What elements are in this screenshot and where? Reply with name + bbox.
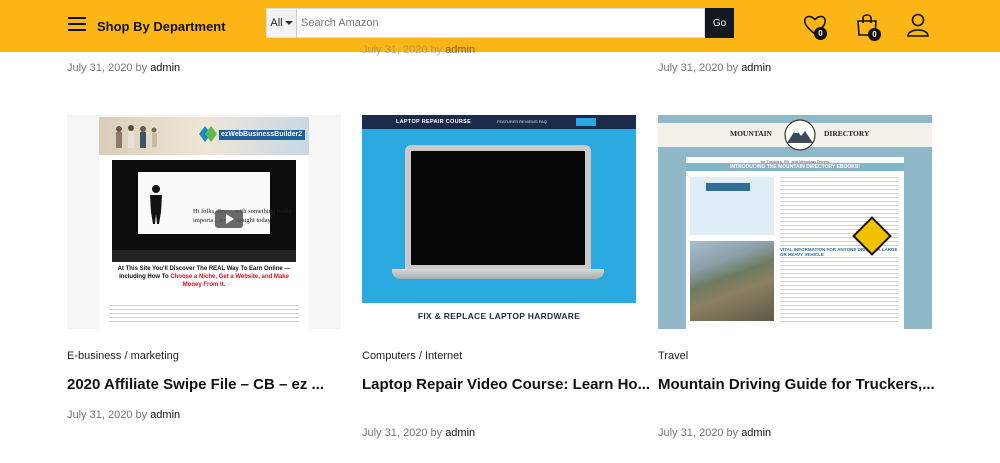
video-controls	[112, 250, 296, 262]
menu-icon[interactable]	[68, 17, 86, 31]
cart-count-badge: 0	[868, 28, 881, 41]
post-meta: July 31, 2020 by admin	[658, 427, 771, 439]
laptop-base	[392, 269, 604, 279]
post-by: by	[135, 62, 148, 74]
category-separator: /	[124, 350, 128, 362]
post-meta: July 31, 2020 by admin	[658, 62, 771, 74]
chevron-down-icon	[284, 21, 293, 25]
mountain-logo	[784, 119, 816, 151]
post-author[interactable]: admin	[150, 62, 180, 74]
category-link[interactable]: E-business	[67, 350, 121, 362]
fine-print	[109, 305, 299, 323]
post-meta: July 31, 2020 by admin	[362, 427, 475, 439]
post-categories: Travel	[658, 350, 688, 362]
thumbnail-caption: FIX & REPLACE LAPTOP HARDWARE	[417, 311, 581, 321]
thumbnail-headline: At This Site You'll Discover The REAL Wa…	[109, 265, 299, 289]
account-button[interactable]	[905, 12, 935, 42]
logo-text: ezWebBusinessBuilder2	[221, 131, 303, 138]
post-date[interactable]: July 31, 2020	[67, 62, 132, 74]
post-by: by	[135, 409, 148, 421]
post-categories: E-business / marketing	[67, 350, 179, 362]
category-separator: /	[418, 350, 422, 362]
post-date[interactable]: July 31, 2020	[658, 62, 723, 74]
post-author[interactable]: admin	[150, 409, 180, 421]
post-title[interactable]: Mountain Driving Guide for Truckers,...	[658, 375, 948, 394]
brand-left: MOUNTAIN	[730, 129, 772, 138]
post-meta: July 31, 2020 by admin	[67, 62, 180, 74]
search-category-select[interactable]: All	[266, 8, 296, 38]
post-thumbnail[interactable]: MOUNTAIN DIRECTORY for Truckers, RV, and…	[658, 115, 932, 329]
thumbnail-nav-button	[576, 118, 596, 126]
post-by: by	[726, 427, 739, 439]
laptop-screen	[405, 145, 591, 269]
ezwebbusinessbuilder-logo: ezWebBusinessBuilder2	[197, 122, 307, 146]
site-header: Shop By Department All Go 0 0	[0, 0, 1000, 52]
search-bar: All Go	[266, 8, 734, 38]
people-image	[116, 125, 157, 148]
post-thumbnail[interactable]: LAPTOP REPAIR COURSE FEATURES REVIEWS FA…	[362, 115, 636, 329]
post-thumbnail[interactable]: ezWebBusinessBuilder2 Hi folks, Jim ... …	[67, 115, 341, 329]
page: Shop By Department All Go 0 0	[0, 0, 1000, 463]
thumbnail-vital-heading: VITAL INFORMATION FOR ANYONE DRIVING A L…	[780, 247, 898, 257]
category-link[interactable]: Travel	[658, 350, 688, 362]
speaker-figure	[150, 185, 162, 224]
post-date[interactable]: July 31, 2020	[362, 44, 427, 56]
user-icon	[907, 13, 929, 37]
shop-by-department-link[interactable]: Shop By Department	[97, 19, 226, 34]
cart-button[interactable]: 0	[855, 12, 885, 42]
post-title[interactable]: Laptop Repair Video Course: Learn Ho...	[362, 375, 652, 394]
category-link[interactable]: Internet	[425, 350, 462, 362]
post-by: by	[430, 44, 443, 56]
post-meta: July 31, 2020 by admin	[362, 44, 475, 56]
brand-right: DIRECTORY	[824, 129, 870, 138]
post-meta: July 31, 2020 by admin	[67, 409, 180, 421]
search-input[interactable]	[296, 8, 705, 38]
category-link[interactable]: marketing	[131, 350, 179, 362]
post-date[interactable]: July 31, 2020	[67, 409, 132, 421]
video-frame: Hi folks, Jim ... with something really …	[138, 172, 292, 234]
post-by: by	[726, 62, 739, 74]
post-author[interactable]: admin	[445, 44, 475, 56]
play-icon	[215, 210, 243, 228]
video-text: Hi folks, Jim ... with something really …	[193, 208, 292, 224]
wishlist-button[interactable]: 0	[802, 12, 832, 42]
post-by: by	[430, 427, 443, 439]
post-date[interactable]: July 31, 2020	[362, 427, 427, 439]
thumbnail-nav-items: FEATURES REVIEWS FAQ	[497, 119, 547, 124]
search-category-value: All	[270, 17, 283, 29]
post-author[interactable]: admin	[741, 62, 771, 74]
thumbnail-intro: INTRODUCING THE MOUNTAIN DIRECTORY EBOOK…	[686, 163, 904, 171]
post-author[interactable]: admin	[445, 427, 475, 439]
thumbnail-button	[706, 183, 750, 191]
headline-red-text: Choose a Niche, Get a Website, and Make …	[170, 274, 289, 288]
search-go-button[interactable]: Go	[705, 8, 734, 38]
post-author[interactable]: admin	[741, 427, 771, 439]
post-title[interactable]: 2020 Affiliate Swipe File – CB – ez ...	[67, 375, 357, 394]
wishlist-count-badge: 0	[814, 27, 827, 40]
mountain-photo	[690, 241, 774, 321]
post-date[interactable]: July 31, 2020	[658, 427, 723, 439]
post-categories: Computers / Internet	[362, 350, 462, 362]
video-player: Hi folks, Jim ... with something really …	[112, 160, 296, 262]
thumbnail-nav-title: LAPTOP REPAIR COURSE	[396, 119, 472, 125]
category-link[interactable]: Computers	[362, 350, 416, 362]
